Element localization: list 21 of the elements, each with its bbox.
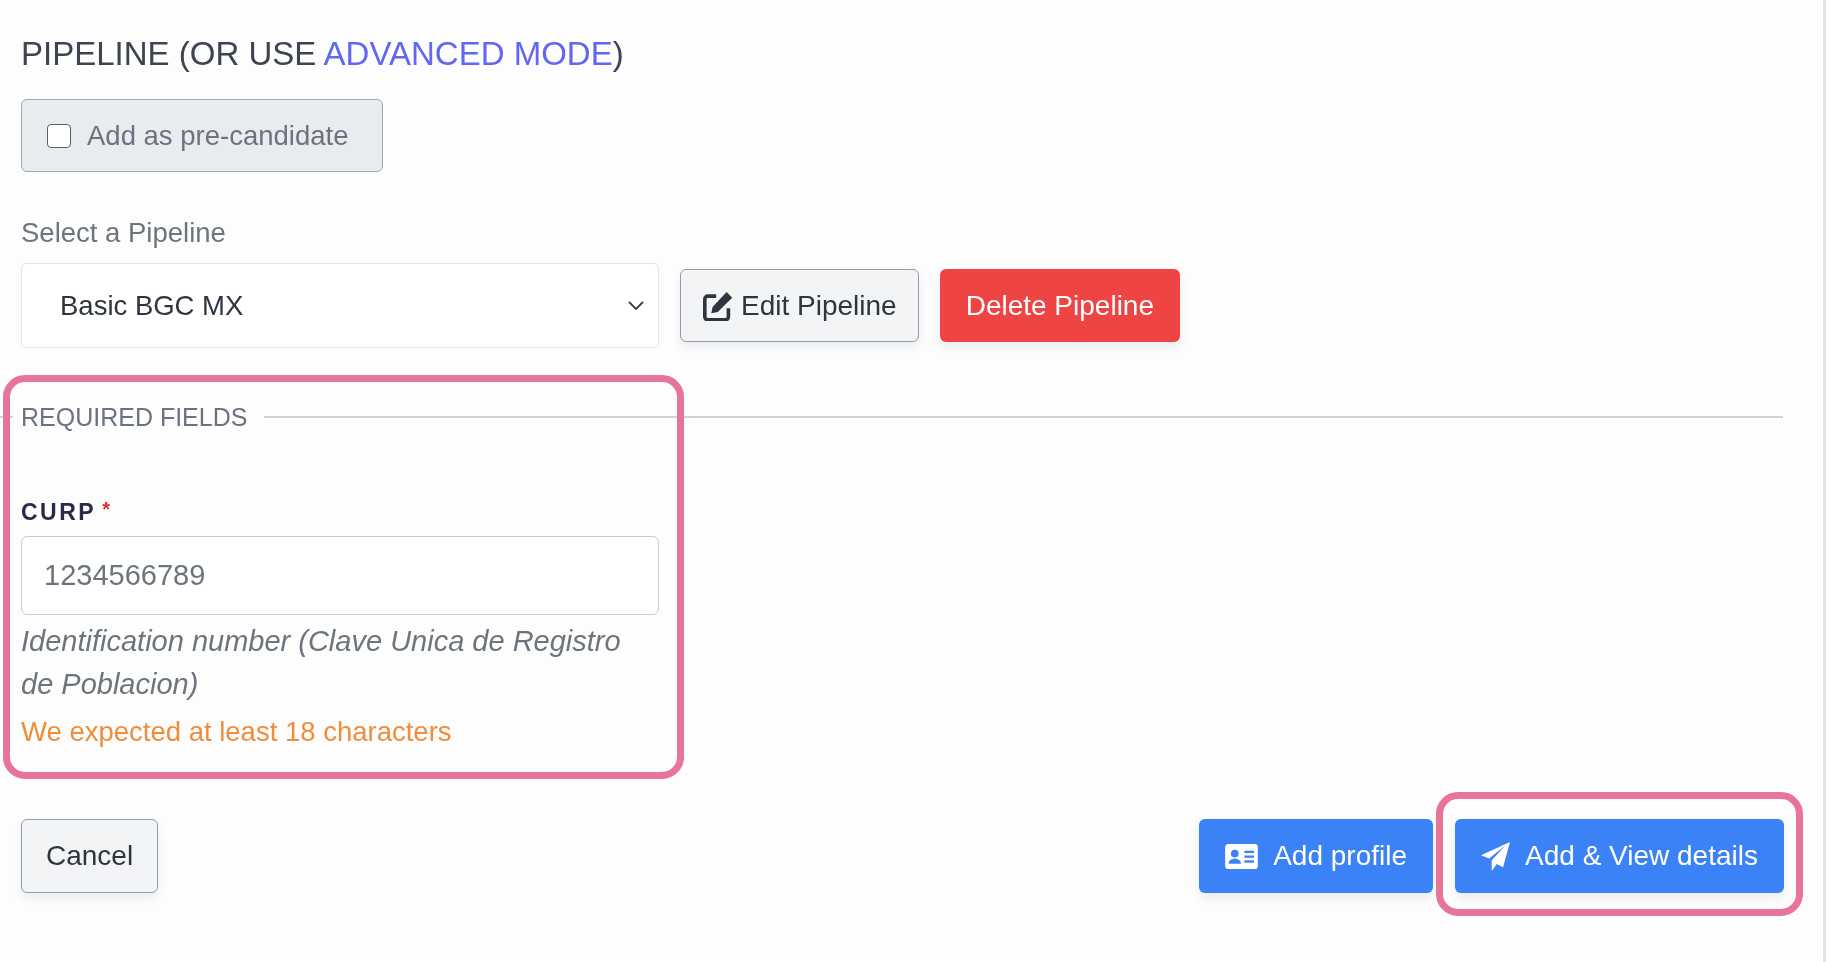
field-label: Select a Pipeline (21, 217, 226, 249)
text-input[interactable]: 1234566789 (21, 536, 659, 615)
help-text: Identification number (Clave Unica de Registro de Poblacion) (21, 624, 622, 702)
error-message: We expected at least 18 characters (21, 716, 452, 748)
section-legend: REQUIRED FIELDS (21, 401, 248, 433)
required-marker: * (102, 498, 110, 520)
pre-candidate-toggle[interactable]: Add as pre-candidate (21, 99, 384, 172)
pipeline-select[interactable]: Basic BGC MX (21, 263, 659, 348)
add-profile-button[interactable]: Add profile (1199, 819, 1434, 893)
chevron-down-icon (628, 301, 644, 310)
section-heading: PIPELINE (OR USE ADVANCED MODE) (21, 34, 624, 74)
edit-icon (703, 290, 733, 321)
id-card-icon (1225, 843, 1259, 869)
field-label: CURP (21, 498, 97, 526)
cancel-button[interactable]: Cancel (21, 819, 159, 893)
edit-pipeline-button[interactable]: Edit Pipeline (680, 269, 919, 342)
paper-plane-icon (1481, 841, 1511, 871)
advanced-mode-link[interactable]: ADVANCED MODE (323, 35, 613, 72)
checkbox[interactable] (47, 123, 71, 148)
add-and-view-button[interactable]: Add & View details (1455, 819, 1784, 893)
delete-pipeline-button[interactable]: Delete Pipeline (939, 269, 1180, 342)
